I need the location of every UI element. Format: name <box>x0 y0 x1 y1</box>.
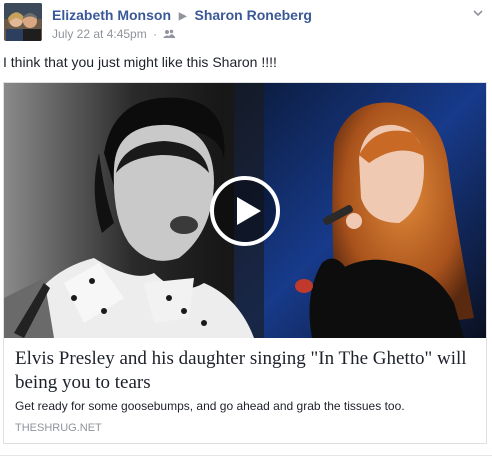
triangle-right-icon: ▶ <box>178 11 187 22</box>
post-timestamp-link[interactable]: July 22 at 4:45pm <box>52 27 147 41</box>
play-icon <box>210 176 280 246</box>
chevron-down-icon[interactable] <box>472 6 484 18</box>
recipient-name-link[interactable]: Sharon Roneberg <box>194 7 311 23</box>
post-message: I think that you just might like this Sh… <box>3 54 277 70</box>
avatar[interactable] <box>4 3 42 41</box>
link-attachment[interactable]: Elvis Presley and his daughter singing "… <box>3 82 487 444</box>
divider <box>0 455 492 456</box>
video-thumbnail[interactable] <box>4 83 486 338</box>
play-button[interactable] <box>209 175 281 247</box>
post-author-line: Elizabeth Monson ▶ Sharon Roneberg <box>52 7 312 23</box>
link-domain: THESHRUG.NET <box>15 422 102 434</box>
post-header: Elizabeth Monson ▶ Sharon Roneberg July … <box>2 2 492 42</box>
link-title[interactable]: Elvis Presley and his daughter singing "… <box>15 347 475 395</box>
friends-icon[interactable] <box>163 28 176 42</box>
link-description: Get ready for some goosebumps, and go ah… <box>15 399 405 413</box>
author-name-link[interactable]: Elizabeth Monson <box>52 7 171 23</box>
post-meta: July 22 at 4:45pm · <box>52 27 176 42</box>
meta-separator: · <box>153 27 158 41</box>
post-card: Elizabeth Monson ▶ Sharon Roneberg July … <box>0 0 492 460</box>
